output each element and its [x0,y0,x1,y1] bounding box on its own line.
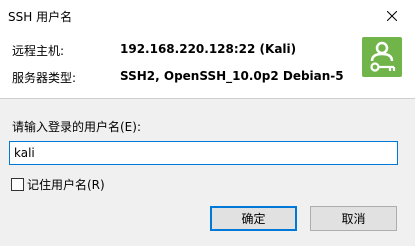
username-input[interactable] [9,141,398,165]
remember-username-option[interactable]: 记住用户名(R) [11,176,105,193]
close-icon [387,10,397,21]
ok-button[interactable]: 确定 [210,206,297,231]
server-type-label: 服务器类型: [12,71,77,85]
username-prompt: 请输入登录的用户名(E): [12,120,141,134]
title-bar: SSH 用户名 [0,0,415,31]
connection-info-panel: 远程主机: 192.168.220.128:22 (Kali) 服务器类型: S… [0,31,415,98]
remember-username-checkbox[interactable] [11,178,24,191]
remember-username-label: 记住用户名(R) [27,178,105,192]
window-title: SSH 用户名 [8,10,73,24]
remote-host-label: 远程主机: [12,44,65,58]
cancel-button[interactable]: 取消 [310,206,397,231]
server-type-value: SSH2, OpenSSH_10.0p2 Debian-5 [120,69,344,83]
login-form: 请输入登录的用户名(E): 记住用户名(R) 确定 取消 [0,99,415,246]
remote-host-value: 192.168.220.128:22 (Kali) [120,42,297,56]
close-button[interactable] [369,0,415,31]
key-user-icon [362,37,402,77]
